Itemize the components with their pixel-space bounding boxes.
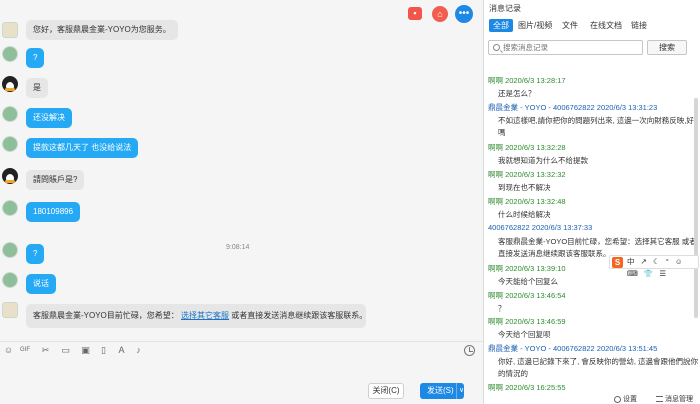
message-timestamp: 9:08:14 (226, 244, 250, 251)
history-search-input[interactable] (503, 42, 641, 53)
message-bubble: 您好，客服鼎晨金業-YOYO为您服务。 (26, 20, 178, 40)
record-sender: 4006762822 2020/6/3 13:37:33 (488, 223, 593, 232)
folder-icon[interactable]: ▭ (60, 345, 71, 356)
message-bubble: 还没解决 (26, 108, 72, 128)
record-text: 我就想知道为什么不给提款 (498, 156, 588, 165)
tab-files[interactable]: 文件 (558, 19, 582, 32)
search-button[interactable]: 搜索 (647, 40, 687, 55)
ime-toolbar[interactable]: S 中 ↗ ☾ ° ☺ ⌨ 👕 ☰ (609, 255, 699, 278)
voice-icon[interactable]: ♪ (133, 345, 144, 356)
record-sender: 鼎晨金業 - YOYO - 4006762822 2020/6/3 13:31:… (488, 103, 658, 112)
user-avatar[interactable] (2, 46, 18, 62)
qq-chat-window: ▪ ⌂ ••• 您好，客服鼎晨金業-YOYO为您服务。 ? 是 还没解决 提款这… (0, 0, 700, 404)
history-scrollbar[interactable] (692, 58, 700, 388)
user-avatar[interactable] (2, 242, 18, 258)
doc-icon[interactable]: ▯ (98, 345, 109, 356)
message-bubble: ? (26, 244, 45, 264)
message-bubble: 提款这都几天了 也没给说法 (26, 138, 139, 158)
record-text: 直接发送消息继续跟该客服联系。 (498, 249, 611, 258)
history-title: 消息记录 (489, 4, 521, 13)
record-text: 到现在也不解决 (498, 183, 551, 192)
close-button[interactable]: 关闭(C) (368, 383, 404, 399)
penguin-avatar[interactable] (2, 76, 18, 92)
record-text: 还是怎么？ (498, 89, 536, 98)
record-text: 你好, 這邊已記錄下來了, 會反映你的營幼, 這邊會跟他們說你 (498, 357, 699, 366)
list-icon (656, 396, 663, 403)
send-options-chevron-icon[interactable]: ∨ (456, 383, 466, 399)
settings-label: 设置 (623, 396, 637, 403)
message-bubble: ? (26, 48, 45, 68)
settings-link[interactable]: 设置 (614, 394, 637, 404)
user-avatar[interactable] (2, 106, 18, 122)
search-icon (493, 44, 500, 51)
sogou-logo-icon: S (612, 257, 623, 268)
manage-label: 消息管理 (665, 396, 693, 403)
history-tabs: 全部 图片/视频 文件 在线文档 链接 (484, 17, 700, 35)
record-sender: 啊啊 2020/6/3 13:46:59 (488, 317, 566, 326)
font-icon[interactable]: A (116, 345, 127, 356)
chat-panel: ▪ ⌂ ••• 您好，客服鼎晨金業-YOYO为您服务。 ? 是 还没解决 提款这… (0, 0, 483, 404)
record-text: 客服鼎晨金業-YOYO目前忙碌，您希望：选择其它客服 或者 (498, 237, 697, 246)
record-text: 不如這樣吧,請你把你的問題列出來, 這邊一次向財務反映,好 (498, 116, 694, 125)
record-text: ？ (498, 304, 506, 313)
busy-text-after: 或者直接发送消息继续跟该客服联系。 (231, 311, 368, 320)
record-sender: 啊啊 2020/6/3 16:25:55 (488, 383, 566, 392)
record-sender: 鼎晨金業 - YOYO - 4006762822 2020/6/3 13:51:… (488, 344, 658, 353)
staff-avatar[interactable] (2, 302, 18, 318)
ime-status: 中 ↗ ☾ ° ☺ ⌨ 👕 ☰ (627, 257, 685, 278)
user-avatar[interactable] (2, 200, 18, 216)
record-sender: 啊啊 2020/6/3 13:28:17 (488, 76, 566, 85)
history-footer: 设置 消息管理 (484, 392, 700, 404)
record-text: 今天给个回复呗 (498, 330, 551, 339)
record-text: 什么时候给解决 (498, 210, 551, 219)
staff-avatar[interactable] (2, 22, 18, 38)
busy-text-before: 客服鼎晨金業-YOYO目前忙碌，您希望： (33, 311, 179, 320)
gif-icon[interactable]: GIF (18, 345, 32, 356)
tab-online-docs[interactable]: 在线文档 (586, 19, 626, 32)
record-sender: 啊啊 2020/6/3 13:39:10 (488, 264, 566, 273)
user-avatar[interactable] (2, 136, 18, 152)
tab-images[interactable]: 图片/视频 (514, 19, 556, 32)
tab-all[interactable]: 全部 (489, 19, 513, 32)
gear-icon (614, 395, 621, 403)
history-search-box[interactable] (488, 40, 643, 55)
message-input-area[interactable] (0, 359, 483, 381)
history-record-list: 啊啊 2020/6/3 13:28:17 还是怎么？ 鼎晨金業 - YOYO -… (484, 62, 700, 392)
record-sender: 啊啊 2020/6/3 13:32:48 (488, 197, 566, 206)
message-bubble: 請問賬戶是? (26, 170, 85, 190)
message-manage-link[interactable]: 消息管理 (656, 394, 693, 404)
scissors-icon[interactable]: ✂ (40, 345, 51, 356)
message-bubble: 是 (26, 78, 48, 98)
system-busy-bubble: 客服鼎晨金業-YOYO目前忙碌，您希望： 选择其它客服 或者直接发送消息继续跟该… (26, 304, 368, 328)
record-sender: 啊啊 2020/6/3 13:32:28 (488, 143, 566, 152)
penguin-avatar[interactable] (2, 168, 18, 184)
record-text: 今天能给个回复么 (498, 277, 558, 286)
record-sender: 啊啊 2020/6/3 13:46:54 (488, 291, 566, 300)
tab-links[interactable]: 链接 (627, 19, 651, 32)
image-icon[interactable]: ▣ (80, 345, 91, 356)
message-list: 您好，客服鼎晨金業-YOYO为您服务。 ? 是 还没解决 提款这都几天了 也没给… (0, 18, 483, 336)
history-panel: 消息记录 全部 图片/视频 文件 在线文档 链接 搜索 啊啊 2020/6/3 … (483, 0, 700, 404)
record-text: 的情況的 (498, 369, 528, 378)
record-text: 嗎 (498, 128, 506, 137)
input-toolbar: ☺ GIF ✂ ▭ ▣ ▯ A ♪ (0, 341, 483, 359)
history-scrollbar-thumb[interactable] (694, 98, 698, 318)
message-bubble: 180109896 (26, 202, 81, 222)
clock-icon[interactable] (464, 345, 475, 356)
user-avatar[interactable] (2, 272, 18, 288)
message-bubble: 说话 (26, 274, 56, 294)
record-sender: 啊啊 2020/6/3 13:32:32 (488, 170, 566, 179)
emoji-icon[interactable]: ☺ (3, 345, 14, 356)
choose-other-agent-link[interactable]: 选择其它客服 (181, 311, 229, 320)
